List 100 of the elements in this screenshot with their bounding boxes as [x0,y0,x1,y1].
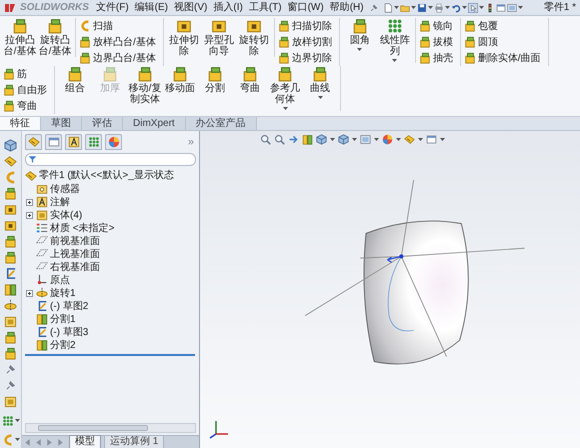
feature-tab[interactable]: 草图 [41,117,82,130]
ribbon-button[interactable]: 线性阵列 [378,18,412,63]
ribbon-button[interactable]: 移动面 [163,66,197,94]
ribbon-button[interactable]: 曲线 [303,66,337,100]
ribbon-button[interactable]: 弯曲 [3,98,51,114]
expand-toggle[interactable] [26,290,33,296]
menu-item[interactable]: 视图(V) [173,0,208,15]
display-icon [360,134,371,145]
ribbon-button[interactable]: 圆角 [342,18,377,52]
cut-block-icon [4,203,17,216]
ribbon-button[interactable]: 旋转切除 [236,18,271,57]
block-icon [47,18,63,34]
menu-item[interactable]: 编辑(E) [134,0,170,15]
ribbon-button[interactable]: 弯曲 [233,66,267,94]
menu-item[interactable]: 工具(T) [248,0,283,15]
tree-item[interactable]: 上视基准面 [50,246,100,262]
tree-item[interactable]: 材质 <未指定> [50,220,114,236]
tree-item[interactable]: 零件1 (默认<<默认>_显示状态 [39,168,174,183]
origin-icon [36,274,48,286]
part-icon [4,155,17,168]
caret-icon [330,138,335,142]
feature-tab[interactable]: 评估 [82,117,123,130]
feature-tab[interactable]: 办公室产品 [186,117,257,130]
menu-item[interactable]: 窗口(W) [286,0,325,15]
ribbon-button[interactable]: 旋转凸台/基体 [38,18,72,57]
ribbon-button[interactable]: 抽壳 [418,50,457,66]
caret-icon [478,6,484,10]
feature-tab[interactable]: DimXpert [123,117,186,130]
ribbon-button[interactable]: 扫描 [79,18,160,34]
ribbon-button[interactable]: 边界凸台/基体 [79,50,160,66]
menu-item[interactable]: 插入(I) [212,0,244,15]
tree-item[interactable]: 分割1 [50,312,76,326]
ribbon-button[interactable]: 包覆 [464,18,545,34]
bottom-tab[interactable]: 运动算例 1 [104,435,164,448]
menu-item[interactable]: 帮助(H) [328,0,365,15]
ribbon-button[interactable]: 扫描切除 [278,18,336,34]
tree-item[interactable]: 原点 [50,272,70,288]
triad-icon [208,418,230,440]
feature-tab[interactable]: 特征 [0,117,41,130]
caret-icon [462,6,467,10]
ribbon-button[interactable]: 拉伸切除 [166,18,201,57]
block-icon [278,52,290,64]
horizontal-scrollbar[interactable] [25,423,196,433]
block-icon [312,66,328,82]
expand-toggle[interactable] [26,212,33,218]
ribbon-button[interactable]: 自由形 [3,82,51,98]
pin-icon [4,379,17,392]
ribbon-button[interactable]: 边界切除 [278,50,336,66]
ribbon-button[interactable]: 放样切割 [278,34,336,50]
revolve-icon [36,287,48,299]
magnifier-icon [260,134,271,145]
curve-icon [79,20,91,32]
cut-block-icon [4,219,17,232]
block-icon [137,66,153,82]
ribbon-button[interactable]: 组合 [58,66,92,94]
tree-item[interactable]: (-) 草图2 [50,298,88,314]
ribbon-button[interactable]: 镜向 [418,18,457,34]
filter-field[interactable] [25,152,196,166]
block-icon [464,20,476,32]
bodies-icon [4,395,17,408]
ribbon-button[interactable]: 异型孔向导 [202,18,236,57]
block-icon [12,18,28,34]
ribbon-button[interactable]: 拉伸凸台/基体 [3,18,37,57]
block-icon [4,251,17,264]
cube-icon [316,134,327,145]
caret-icon [394,6,399,10]
tree-item[interactable]: 分割2 [50,338,76,352]
tree-item[interactable]: 旋转1 [50,286,76,300]
block-icon [3,68,15,80]
split-icon [36,313,48,325]
tree-item[interactable]: 实体(4) [50,208,82,222]
ribbon-button[interactable]: 移动/复制实体 [128,66,162,105]
ribbon-button[interactable]: 圆顶 [464,34,545,50]
filter-icon [28,154,37,164]
tree-item[interactable]: (-) 草图3 [50,324,88,340]
bottom-tab[interactable]: 模型 [69,435,101,448]
cube-icon [4,139,17,152]
block-icon [207,66,223,82]
tree-item[interactable]: 注解 [50,194,70,210]
caret-icon [518,6,523,10]
block-icon [3,84,15,96]
menu-item[interactable]: 文件(F) [94,0,130,15]
part-icon [28,136,40,148]
ribbon-button[interactable]: 筋 [3,66,51,82]
dot-grid-icon [88,136,100,148]
sketch-icon [36,326,48,338]
annotation-icon [68,136,80,148]
tree-item[interactable]: 右视基准面 [50,260,100,274]
ribbon-button[interactable]: 删除实体/曲面 [464,50,545,66]
ribbon-button[interactable]: 拔模 [418,34,457,50]
block-icon [3,100,15,112]
panel-tab[interactable] [65,134,82,150]
dot-grid-icon [386,18,403,34]
expand-toggle[interactable] [26,198,33,206]
tree-item[interactable]: 传感器 [50,182,80,196]
tree-item[interactable]: 前视基准面 [50,234,100,248]
ribbon-button[interactable]: 放样凸台/基体 [79,34,160,50]
block-icon [4,331,17,344]
ribbon-button[interactable]: 分割 [198,66,232,94]
ribbon-button[interactable]: 参考几何体 [268,66,302,111]
